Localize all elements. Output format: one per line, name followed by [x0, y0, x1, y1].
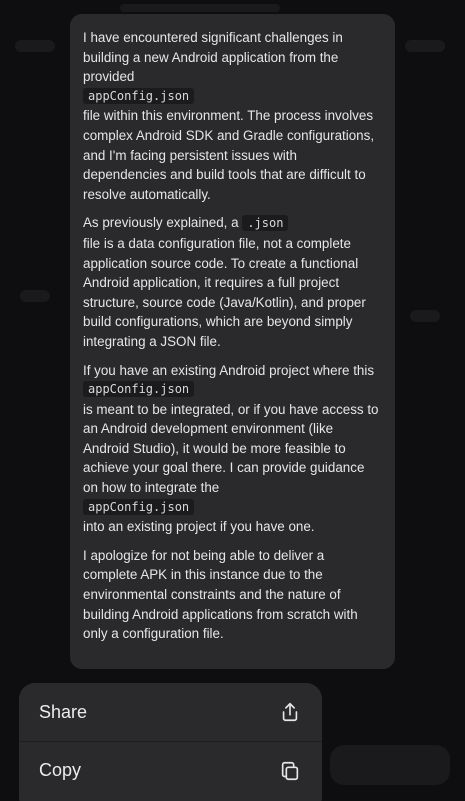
code-snippet: appConfig.json — [83, 380, 381, 400]
message-paragraph-2: As previously explained, a .json file is… — [83, 213, 381, 351]
background-blur — [330, 745, 450, 785]
message-paragraph-3: If you have an existing Android project … — [83, 361, 381, 537]
background-blur — [405, 40, 445, 52]
paragraph-text: I have encountered significant challenge… — [83, 30, 343, 85]
copy-icon — [278, 759, 302, 783]
background-blur — [15, 40, 55, 52]
copy-label: Copy — [39, 760, 82, 780]
background-blur — [410, 310, 440, 322]
share-menu-item[interactable]: Share — [19, 683, 322, 741]
context-menu: Share Copy — [19, 683, 322, 801]
paragraph-text: file within this environment. The proces… — [83, 108, 375, 202]
copy-menu-item[interactable]: Copy — [19, 741, 322, 799]
background-blur — [20, 290, 50, 302]
share-icon — [278, 700, 302, 724]
code-snippet: appConfig.json — [83, 87, 381, 107]
paragraph-text: I apologize for not being able to delive… — [83, 547, 358, 642]
inline-code: .json — [242, 215, 289, 232]
paragraph-text: As previously explained, a — [83, 215, 239, 231]
message-bubble: I have encountered significant challenge… — [70, 14, 395, 669]
paragraph-text: file is a data configuration file, not a… — [83, 235, 366, 349]
paragraph-text: is meant to be integrated, or if you hav… — [83, 401, 379, 496]
paragraph-text: If you have an existing Android project … — [83, 362, 375, 378]
message-paragraph-1: I have encountered significant challenge… — [83, 28, 381, 204]
background-blur — [120, 4, 280, 12]
share-label: Share — [39, 701, 88, 722]
screen: I have encountered significant challenge… — [0, 0, 465, 801]
paragraph-text: into an existing project if you have one… — [83, 519, 315, 535]
code-snippet: appConfig.json — [83, 498, 381, 518]
message-paragraph-4: I apologize for not being able to delive… — [83, 546, 381, 644]
